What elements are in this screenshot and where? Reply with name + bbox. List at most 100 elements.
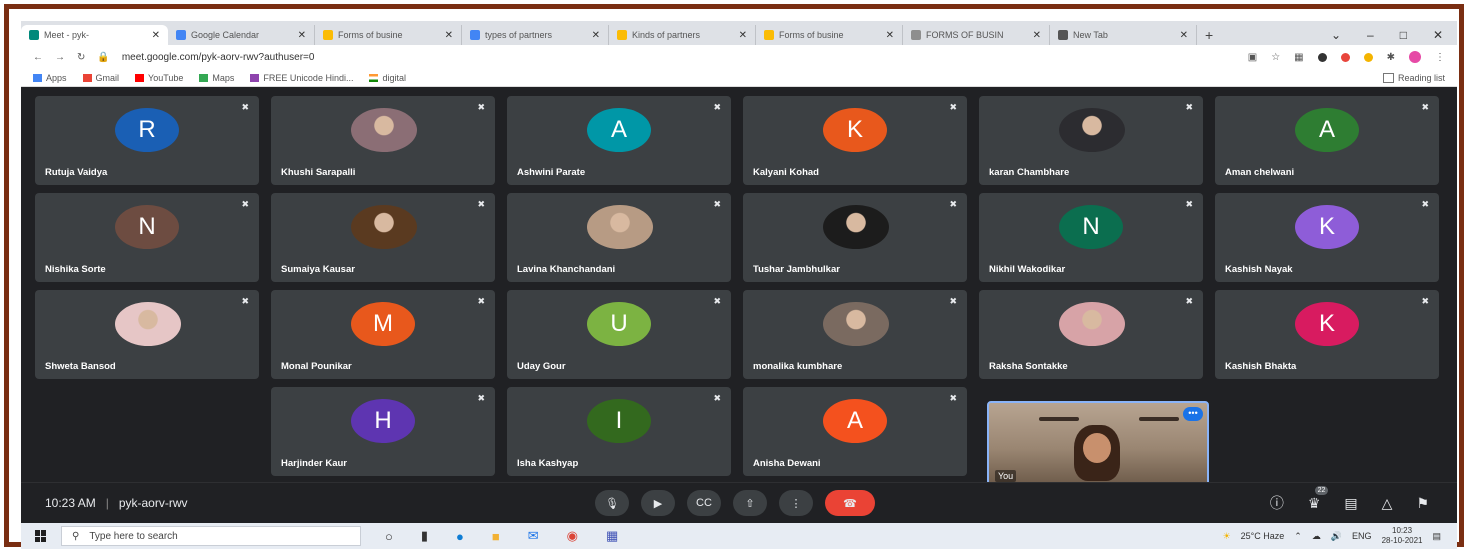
- store-app-icon[interactable]: ▦: [606, 528, 618, 544]
- reading-list[interactable]: Reading list: [1382, 72, 1445, 83]
- bookmark-unicode-hindi[interactable]: FREE Unicode Hindi...: [250, 73, 353, 83]
- microphone-icon[interactable]: 🎙: [595, 490, 629, 516]
- more-options-button[interactable]: •••: [1183, 407, 1203, 421]
- edge-icon[interactable]: ●: [456, 529, 464, 544]
- task-view-icon[interactable]: ▮: [421, 528, 428, 544]
- tab-close-icon[interactable]: ✕: [1180, 30, 1188, 41]
- tab-close-icon[interactable]: ✕: [592, 30, 600, 41]
- self-view-tile[interactable]: ••• You: [987, 401, 1209, 488]
- bookmark-maps[interactable]: Maps: [199, 73, 234, 83]
- participant-initial-avatar: H: [351, 399, 415, 443]
- captions-icon[interactable]: CC: [687, 490, 721, 516]
- extension-icon[interactable]: ▦: [1294, 52, 1303, 63]
- bookmark-gmail[interactable]: Gmail: [82, 73, 119, 83]
- participant-tile[interactable]: U ✖ Uday Gour: [507, 290, 731, 379]
- notification-icon[interactable]: ▤: [1432, 531, 1441, 542]
- extension-red-icon[interactable]: [1340, 52, 1350, 62]
- back-icon[interactable]: ←: [33, 52, 43, 63]
- tab-close-icon[interactable]: ✕: [298, 30, 306, 41]
- tab-close-icon[interactable]: ✕: [739, 30, 747, 41]
- participant-tile[interactable]: I ✖ Isha Kashyap: [507, 387, 731, 476]
- muted-mic-icon: ✖: [949, 393, 957, 403]
- close-window-icon[interactable]: ✕: [1433, 28, 1443, 42]
- activities-icon[interactable]: △: [1382, 495, 1393, 512]
- tray-chevron-icon[interactable]: ⌃: [1294, 531, 1302, 542]
- camera-icon[interactable]: ▶: [641, 490, 675, 516]
- windows-start-icon[interactable]: [35, 530, 47, 542]
- taskbar-clock[interactable]: 10:23 28-10-2021: [1382, 526, 1423, 546]
- participant-tile[interactable]: ✖ Shweta Bansod: [35, 290, 259, 379]
- volume-icon[interactable]: 🔊: [1331, 531, 1342, 542]
- bookmark-apps[interactable]: Apps: [33, 73, 67, 83]
- new-tab-button[interactable]: +: [1197, 25, 1221, 45]
- menu-icon[interactable]: ⋮: [1435, 52, 1445, 63]
- participant-tile[interactable]: M ✖ Monal Pounikar: [271, 290, 495, 379]
- weather-text[interactable]: 25°C Haze: [1241, 531, 1285, 541]
- participant-tile[interactable]: ✖ Raksha Sontakke: [979, 290, 1203, 379]
- participant-tile[interactable]: A ✖ Anisha Dewani: [743, 387, 967, 476]
- participant-tile[interactable]: ✖ Khushi Sarapalli: [271, 96, 495, 185]
- browser-tab[interactable]: Forms of busine ✕: [756, 25, 903, 45]
- participant-tile[interactable]: ✖ karan Chambhare: [979, 96, 1203, 185]
- profile-avatar[interactable]: [1409, 51, 1421, 63]
- people-icon[interactable]: ♛ 22: [1308, 485, 1329, 512]
- language-indicator[interactable]: ENG: [1352, 531, 1372, 541]
- reload-icon[interactable]: ↻: [77, 52, 85, 63]
- chrome-icon[interactable]: ◉: [567, 528, 578, 544]
- browser-tab[interactable]: Forms of busine ✕: [315, 25, 462, 45]
- bookmark-digital[interactable]: digital: [369, 73, 406, 83]
- participant-name: Rutuja Vaidya: [45, 167, 108, 178]
- participant-photo-avatar: [823, 302, 889, 346]
- tab-close-icon[interactable]: ✕: [886, 30, 894, 41]
- browser-tab[interactable]: FORMS OF BUSIN ✕: [903, 25, 1050, 45]
- muted-mic-icon: ✖: [1421, 296, 1429, 306]
- meeting-details-icon[interactable]: ⓘ: [1270, 493, 1284, 513]
- participant-tile[interactable]: ✖ monalika kumbhare: [743, 290, 967, 379]
- cortana-icon[interactable]: ○: [385, 529, 393, 544]
- participant-tile[interactable]: ✖ Lavina Khanchandani: [507, 193, 731, 282]
- participant-tile[interactable]: H ✖ Harjinder Kaur: [271, 387, 495, 476]
- participant-tile[interactable]: N ✖ Nikhil Wakodikar: [979, 193, 1203, 282]
- cast-icon[interactable]: ▣: [1248, 52, 1257, 63]
- bookmark-youtube[interactable]: YouTube: [135, 73, 183, 83]
- forward-icon[interactable]: →: [55, 52, 65, 63]
- participant-tile[interactable]: R ✖ Rutuja Vaidya: [35, 96, 259, 185]
- browser-tab[interactable]: types of partners ✕: [462, 25, 609, 45]
- url-field[interactable]: meet.google.com/pyk-aorv-rwv?authuser=0: [122, 52, 1236, 63]
- participant-tile[interactable]: K ✖ Kashish Nayak: [1215, 193, 1439, 282]
- tab-close-icon[interactable]: ✕: [1033, 30, 1041, 41]
- extension-yellow-icon[interactable]: [1363, 52, 1373, 62]
- tab-close-icon[interactable]: ✕: [445, 30, 453, 41]
- participant-tile[interactable]: A ✖ Ashwini Parate: [507, 96, 731, 185]
- participant-tile[interactable]: A ✖ Aman chelwani: [1215, 96, 1439, 185]
- puzzle-icon[interactable]: ✱: [1387, 52, 1395, 63]
- network-icon[interactable]: ☁: [1312, 531, 1321, 542]
- present-screen-icon[interactable]: ⇧: [733, 490, 767, 516]
- participant-tile[interactable]: K ✖ Kashish Bhakta: [1215, 290, 1439, 379]
- extension-dot-icon[interactable]: [1317, 52, 1327, 62]
- browser-tab[interactable]: New Tab ✕: [1050, 25, 1197, 45]
- minimize-icon[interactable]: –: [1367, 28, 1374, 42]
- participant-name: Shweta Bansod: [45, 361, 116, 372]
- host-controls-icon[interactable]: ⚑: [1416, 495, 1429, 512]
- leave-call-button[interactable]: ☎: [825, 490, 875, 516]
- maximize-icon[interactable]: □: [1400, 28, 1407, 42]
- participant-tile[interactable]: ✖ Tushar Jambhulkar: [743, 193, 967, 282]
- browser-tab[interactable]: Meet - pyk- ✕: [21, 25, 168, 45]
- star-icon[interactable]: ☆: [1271, 52, 1280, 63]
- tab-favicon-icon: [911, 30, 921, 40]
- tab-favicon-icon: [617, 30, 627, 40]
- tab-close-icon[interactable]: ✕: [152, 30, 160, 41]
- browser-tab[interactable]: Google Calendar ✕: [168, 25, 315, 45]
- chat-icon[interactable]: ▤: [1344, 495, 1357, 512]
- taskbar-search-input[interactable]: ⚲ Type here to search: [61, 526, 361, 546]
- mail-icon[interactable]: ✉: [528, 528, 539, 544]
- participant-tile[interactable]: K ✖ Kalyani Kohad: [743, 96, 967, 185]
- participant-tile[interactable]: ✖ Sumaiya Kausar: [271, 193, 495, 282]
- browser-tab[interactable]: Kinds of partners ✕: [609, 25, 756, 45]
- screen: Meet - pyk- ✕ Google Calendar ✕ Forms of bus…: [21, 21, 1457, 549]
- file-explorer-icon[interactable]: ■: [492, 529, 500, 544]
- chevron-down-icon[interactable]: ⌄: [1331, 28, 1341, 42]
- more-actions-icon[interactable]: ⋮: [779, 490, 813, 516]
- participant-tile[interactable]: N ✖ Nishika Sorte: [35, 193, 259, 282]
